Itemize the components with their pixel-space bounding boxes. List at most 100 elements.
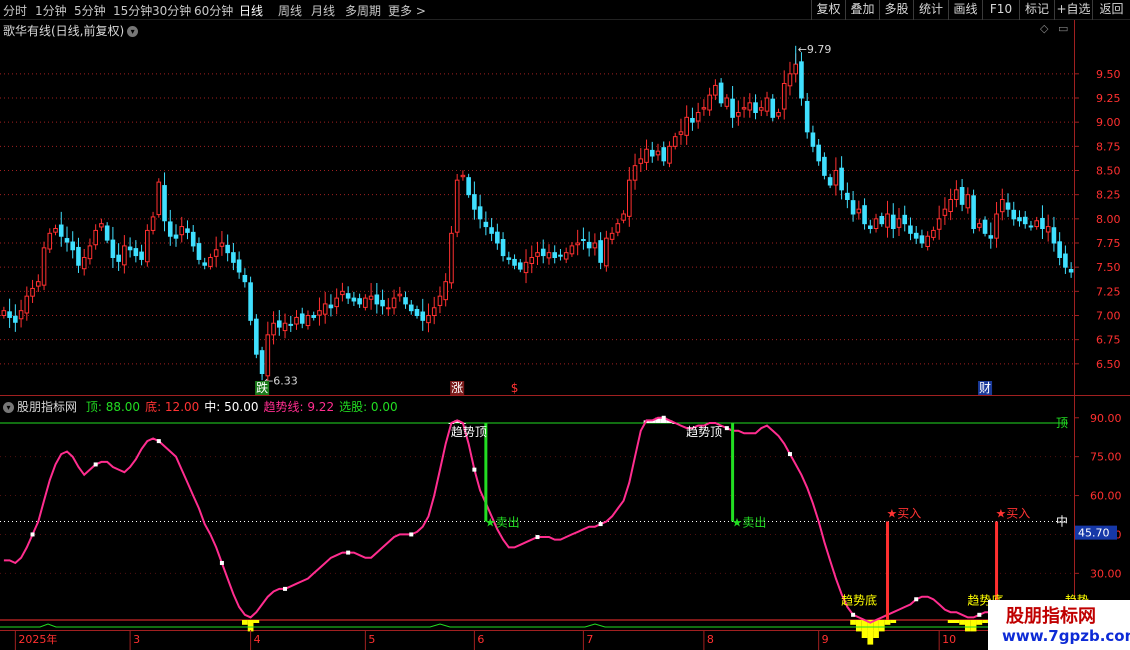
trend-dot-115 — [661, 415, 666, 420]
candle-body-92 — [529, 257, 535, 264]
trend-dot-93 — [535, 535, 540, 540]
candle-body-38 — [219, 242, 225, 247]
period-tab-6[interactable]: 日线 — [239, 2, 263, 19]
candle-body-144 — [827, 177, 833, 186]
candle-body-142 — [816, 144, 821, 162]
candle-body-132 — [758, 107, 764, 111]
candle-body-57 — [328, 304, 334, 309]
ind-tick-label-3: 60.00 — [1090, 490, 1122, 503]
candle-body-97 — [558, 254, 563, 257]
signal-badge-2: $ — [511, 381, 519, 395]
candle-body-33 — [190, 231, 196, 247]
date-tick-label-2: 4 — [254, 633, 261, 646]
candle-body-25 — [145, 229, 150, 263]
date-tick-label-4: 6 — [477, 633, 484, 646]
main-chart-title[interactable]: 歌华有线(日线,前复权) ▾ — [3, 22, 139, 39]
candle-body-109 — [627, 179, 632, 217]
candle-body-108 — [621, 213, 626, 221]
candle-body-158 — [908, 225, 913, 234]
toolbar-button-7[interactable]: +自选 — [1054, 0, 1092, 20]
candle-body-32 — [185, 228, 190, 233]
candle-body-135 — [776, 112, 781, 117]
toolbar-button-1[interactable]: 叠加 — [845, 0, 879, 20]
candle-body-131 — [753, 102, 758, 114]
candle-body-186 — [1068, 268, 1074, 273]
candle-body-42 — [242, 274, 248, 283]
indicator-param-3: 趋势线: 9.22 — [263, 400, 335, 414]
candle-body-35 — [202, 262, 207, 266]
candle-body-115 — [661, 147, 667, 162]
period-tab-0[interactable]: 分时 — [3, 2, 27, 19]
candle-body-81 — [466, 177, 471, 196]
period-tab-7[interactable]: 周线 — [278, 2, 302, 19]
period-tab-10[interactable]: 更多 > — [388, 2, 426, 19]
period-tab-2[interactable]: 5分钟 — [74, 2, 106, 19]
candle-body-126 — [724, 97, 730, 107]
diamond-icon[interactable]: ◇ — [1040, 22, 1048, 35]
toolbar-button-6[interactable]: 标记 — [1019, 0, 1054, 20]
toolbar-button-8[interactable]: 返回 — [1092, 0, 1130, 20]
candle-body-129 — [741, 107, 747, 110]
period-tab-5[interactable]: 60分钟 — [194, 2, 233, 19]
candle-body-46 — [265, 334, 271, 377]
candle-body-66 — [380, 299, 385, 307]
candle-body-105 — [604, 237, 609, 267]
candle-body-140 — [804, 100, 810, 133]
trend-dot-27 — [156, 439, 161, 444]
candle-body-39 — [225, 244, 230, 254]
candle-body-34 — [196, 243, 202, 260]
candle-body-44 — [254, 318, 259, 355]
candle-body-96 — [552, 252, 558, 259]
candle-body-95 — [546, 252, 552, 259]
chart-canvas: 6.50 6.75 7.00 7.25 7.50 7.75 8.00 8.25 8.50 8.75… — [0, 20, 1130, 650]
bottom-hist-bar-150 — [861, 620, 868, 638]
signal-badge-0: 跌 — [256, 380, 268, 395]
bottom-hist-bar-165 — [947, 620, 954, 623]
toolbar-button-5[interactable]: F10 — [982, 0, 1019, 20]
bottom-hist-bar-166 — [953, 620, 960, 623]
chevron-down-icon[interactable]: ▾ — [3, 402, 14, 413]
annotation-6: ★买入 — [887, 507, 922, 521]
period-tab-1[interactable]: 1分钟 — [35, 2, 67, 19]
trend-dot-71 — [409, 532, 414, 537]
annotation-7: ★买入 — [996, 507, 1031, 521]
candle-body-82 — [472, 194, 477, 210]
period-tab-3[interactable]: 15分钟 — [113, 2, 152, 19]
candle-body-51 — [294, 316, 299, 325]
chevron-down-icon[interactable]: ▾ — [127, 26, 139, 37]
candle-body-119 — [684, 116, 689, 136]
price-tick-label-7: 8.25 — [1096, 189, 1121, 202]
candle-body-139 — [799, 61, 804, 99]
candle-body-150 — [862, 205, 867, 225]
bottom-hist-bar-168 — [964, 620, 971, 632]
candle-body-47 — [271, 322, 276, 336]
price-tick-label-2: 7.00 — [1096, 310, 1121, 323]
candle-body-15 — [87, 245, 93, 260]
bottom-hist-bar-152 — [873, 620, 879, 638]
period-tab-4[interactable]: 30分钟 — [152, 2, 191, 19]
indicator-title: ▾ 股朋指标网 顶: 88.00 底: 12.00 中: 50.00 趋势线: 9.22… — [3, 398, 398, 415]
toolbar-button-2[interactable]: 多股 — [879, 0, 913, 20]
period-tab-8[interactable]: 月线 — [311, 2, 335, 19]
candle-body-12 — [70, 241, 76, 251]
candle-body-5 — [30, 287, 35, 297]
candle-body-72 — [414, 309, 420, 316]
candle-body-133 — [764, 97, 770, 112]
toolbar-button-0[interactable]: 复权 — [811, 0, 845, 20]
candle-body-116 — [667, 145, 672, 164]
indicator-param-2: 中: 50.00 — [204, 400, 259, 414]
mid-ref-label: 中 — [1056, 513, 1068, 528]
window-icon[interactable]: ▭ — [1058, 22, 1068, 35]
price-tick-label-10: 9.00 — [1096, 116, 1121, 129]
candle-body-71 — [408, 304, 414, 312]
candle-body-159 — [913, 232, 919, 239]
candle-body-174 — [999, 199, 1005, 213]
candle-body-87 — [500, 239, 506, 257]
period-tab-9[interactable]: 多周期 — [345, 2, 381, 19]
bottom-hist-bar-153 — [878, 620, 885, 632]
watermark-logo: 股朋指标网 www.7gpzb.com — [988, 600, 1130, 650]
toolbar-button-3[interactable]: 统计 — [913, 0, 948, 20]
toolbar-button-4[interactable]: 画线 — [948, 0, 982, 20]
candle-body-4 — [24, 295, 30, 314]
candle-body-76 — [437, 295, 443, 306]
